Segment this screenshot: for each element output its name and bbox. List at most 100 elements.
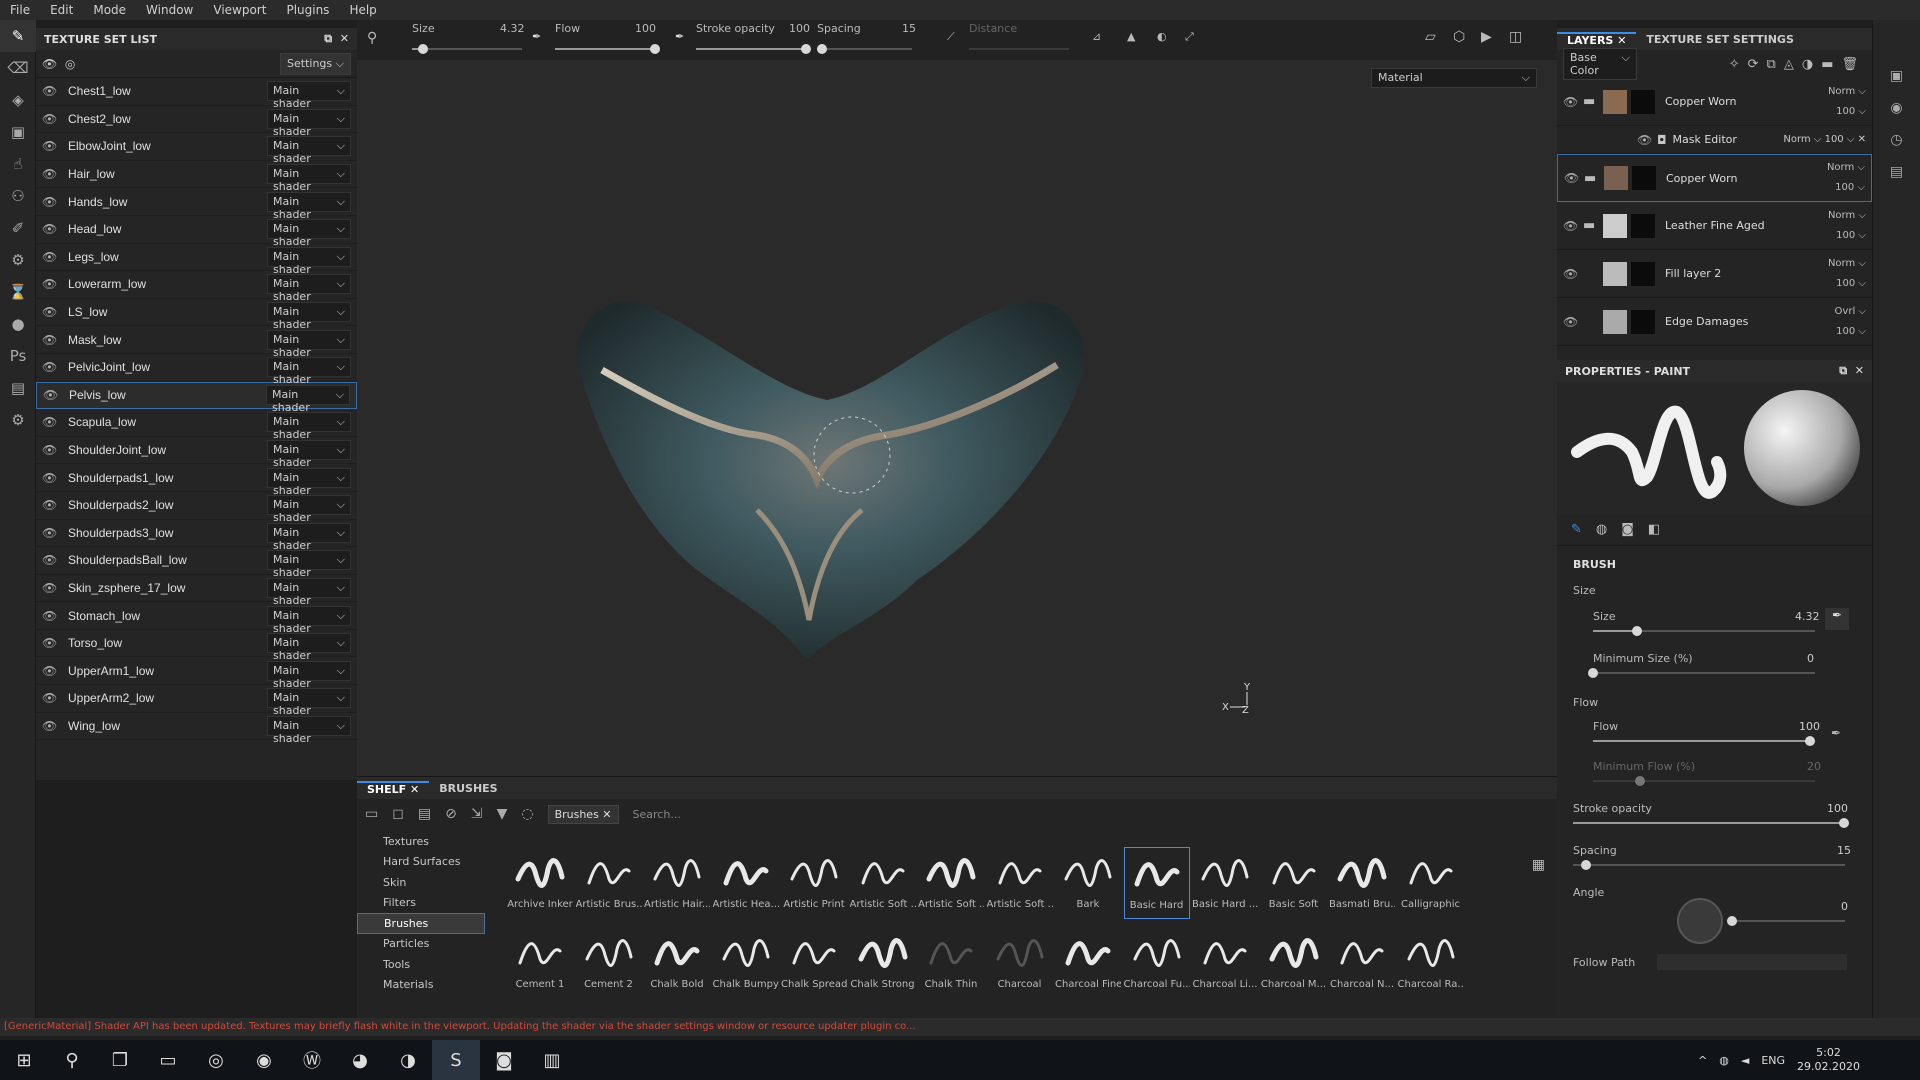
brush-item[interactable]: Archive Inker: [507, 847, 573, 919]
close-icon[interactable]: ✕: [410, 783, 419, 796]
pen-pressure-icon[interactable]: ✒: [1825, 608, 1849, 630]
tab-texture-set-settings[interactable]: TEXTURE SET SETTINGS: [1636, 33, 1803, 46]
eye-icon[interactable]: 👁: [42, 443, 60, 457]
hide-icon[interactable]: ⊘: [445, 806, 457, 822]
layer-row[interactable]: 👁 Edge Damages Ovrl ⌵ 100 ⌵: [1557, 298, 1872, 346]
brush-item[interactable]: Bark: [1055, 847, 1121, 919]
brush-item[interactable]: Artistic Brus...: [576, 847, 642, 919]
brush-tab-icon[interactable]: ✎: [1571, 522, 1582, 537]
texture-set-row[interactable]: 👁 PelvicJoint_low Main shader ⌵: [36, 354, 357, 386]
blend-mode-dropdown[interactable]: Norm: [1828, 258, 1855, 269]
menu-window[interactable]: Window: [146, 3, 193, 17]
brush-item[interactable]: Charcoal N...: [1329, 927, 1395, 999]
transform-icon[interactable]: ⤢: [1185, 30, 1194, 44]
shelf-category[interactable]: Materials: [357, 975, 485, 996]
substance-painter-icon[interactable]: S: [432, 1040, 480, 1080]
brush-item[interactable]: Basmati Bru...: [1329, 847, 1395, 919]
brush-item[interactable]: Charcoal Fine: [1055, 927, 1121, 999]
symmetry-icon[interactable]: ▲: [1127, 30, 1135, 43]
effect-opacity[interactable]: 100: [1825, 134, 1844, 145]
stroke-opacity-slider[interactable]: [1573, 818, 1849, 828]
mirror-icon[interactable]: ◐: [1157, 30, 1167, 43]
clock[interactable]: 5:02 29.02.2020: [1797, 1046, 1860, 1074]
mask-thumbnail[interactable]: [1631, 213, 1655, 238]
shader-dropdown[interactable]: Main shader ⌵: [267, 633, 351, 662]
menu-viewport[interactable]: Viewport: [213, 3, 266, 17]
search-icon[interactable]: ⚲: [48, 1040, 96, 1080]
texture-set-row[interactable]: 👁 UpperArm1_low Main shader ⌵: [36, 657, 357, 690]
pen-pressure-icon[interactable]: ✒: [532, 30, 541, 43]
shader-dropdown[interactable]: Main shader ⌵: [267, 440, 351, 469]
eye-icon[interactable]: 👁: [42, 305, 60, 319]
eye-icon[interactable]: 👁: [42, 84, 60, 98]
follow-path-toggle[interactable]: [1657, 954, 1847, 970]
display-settings-icon[interactable]: ◉: [1873, 92, 1920, 124]
shader-dropdown[interactable]: Main shader ⌵: [267, 302, 351, 331]
texture-set-row[interactable]: 👁 Shoulderpads1_low Main shader ⌵: [36, 464, 357, 497]
smudge-icon[interactable]: ☝: [0, 148, 36, 180]
mask-thumbnail[interactable]: [1632, 166, 1656, 190]
eye-icon[interactable]: 👁: [1563, 315, 1583, 329]
eye-icon[interactable]: 👁: [42, 222, 60, 236]
texture-set-icon[interactable]: ▣: [1873, 60, 1920, 92]
blend-mode-dropdown[interactable]: Norm: [1827, 162, 1854, 173]
eye-icon[interactable]: 👁: [1637, 133, 1657, 147]
delete-icon[interactable]: 🗑: [1841, 57, 1866, 72]
shader-dropdown[interactable]: Main shader ⌵: [267, 550, 351, 579]
shelf-category[interactable]: Textures: [357, 831, 485, 852]
brush-item[interactable]: Chalk Spread: [781, 927, 847, 999]
menu-edit[interactable]: Edit: [50, 3, 73, 17]
alignment-icon[interactable]: ⊿: [1092, 30, 1101, 43]
undock-icon[interactable]: ⧉: [1839, 364, 1847, 377]
brush-item[interactable]: Artistic Soft ...: [918, 847, 984, 919]
shader-dropdown[interactable]: Main shader ⌵: [267, 81, 351, 110]
eye-icon[interactable]: 👁: [42, 498, 60, 512]
grid-view-icon[interactable]: ▦: [1532, 857, 1545, 873]
shelf-category[interactable]: Filters: [357, 893, 485, 914]
eye-icon[interactable]: 👁: [43, 388, 61, 402]
add-fill-layer-icon[interactable]: ◬: [1784, 57, 1802, 72]
eye-icon[interactable]: 👁: [42, 526, 60, 540]
shelf-category[interactable]: Brushes: [357, 913, 485, 934]
shader-dropdown[interactable]: Main shader ⌵: [267, 246, 351, 276]
channel-dropdown[interactable]: Base Color ⌵: [1563, 48, 1637, 80]
texture-set-row[interactable]: 👁 Skin_zsphere_17_low Main shader ⌵: [36, 575, 357, 607]
texture-set-row[interactable]: 👁 Stomach_low Main shader ⌵: [36, 602, 357, 635]
app-icon[interactable]: Ⓦ: [288, 1040, 336, 1080]
tab-shelf[interactable]: SHELF ✕: [357, 780, 430, 796]
shader-icon[interactable]: ●: [0, 308, 36, 340]
size-slider[interactable]: [412, 44, 522, 54]
tray-chevron-icon[interactable]: ^: [1698, 1054, 1707, 1067]
blend-mode-dropdown[interactable]: Ovrl: [1835, 306, 1856, 317]
brush-item[interactable]: Artistic Soft ...: [987, 847, 1053, 919]
eye-icon[interactable]: 👁: [42, 195, 60, 209]
brush-item[interactable]: Charcoal Ra...: [1398, 927, 1464, 999]
task-view-icon[interactable]: ❐: [96, 1040, 144, 1080]
add-effect-icon[interactable]: ✧: [1729, 57, 1748, 72]
color-picker-icon[interactable]: ✐: [0, 212, 36, 244]
eye-icon[interactable]: 👁: [42, 167, 60, 181]
settings-dropdown[interactable]: Settings ⌵: [280, 52, 351, 75]
shader-dropdown[interactable]: Main shader ⌵: [267, 191, 351, 221]
flow-slider[interactable]: [1593, 736, 1815, 746]
brush-item[interactable]: Chalk Thin: [918, 927, 984, 999]
visibility-icon[interactable]: ◎: [65, 57, 75, 71]
mask-editor-row[interactable]: 👁 ◘ Mask Editor Norm ⌵ 100 ⌵ ✕: [1557, 126, 1872, 154]
eye-icon[interactable]: 👁: [1564, 171, 1584, 185]
search-input[interactable]: Search...: [633, 808, 681, 821]
eye-icon[interactable]: 👁: [42, 415, 60, 429]
eye-icon[interactable]: 👁: [42, 609, 60, 623]
eye-icon[interactable]: 👁: [42, 471, 60, 485]
mask-thumbnail[interactable]: [1631, 89, 1655, 114]
eye-icon[interactable]: 👁: [42, 333, 60, 347]
screenshot-icon[interactable]: ◫: [1509, 29, 1522, 45]
mask-thumbnail[interactable]: [1631, 309, 1655, 334]
projection-icon[interactable]: ◈: [0, 84, 36, 116]
shader-dropdown[interactable]: Main shader ⌵: [267, 495, 351, 524]
texture-set-row[interactable]: 👁 Hands_low Main shader ⌵: [36, 188, 357, 221]
texture-set-row[interactable]: 👁 Torso_low Main shader ⌵: [36, 630, 357, 662]
paint-brush-icon[interactable]: ✎: [0, 20, 36, 52]
view-3d-icon[interactable]: ⬡: [1453, 29, 1465, 45]
brush-item[interactable]: Charcoal Fu...: [1124, 927, 1190, 999]
refresh-icon[interactable]: ◌: [521, 806, 533, 822]
